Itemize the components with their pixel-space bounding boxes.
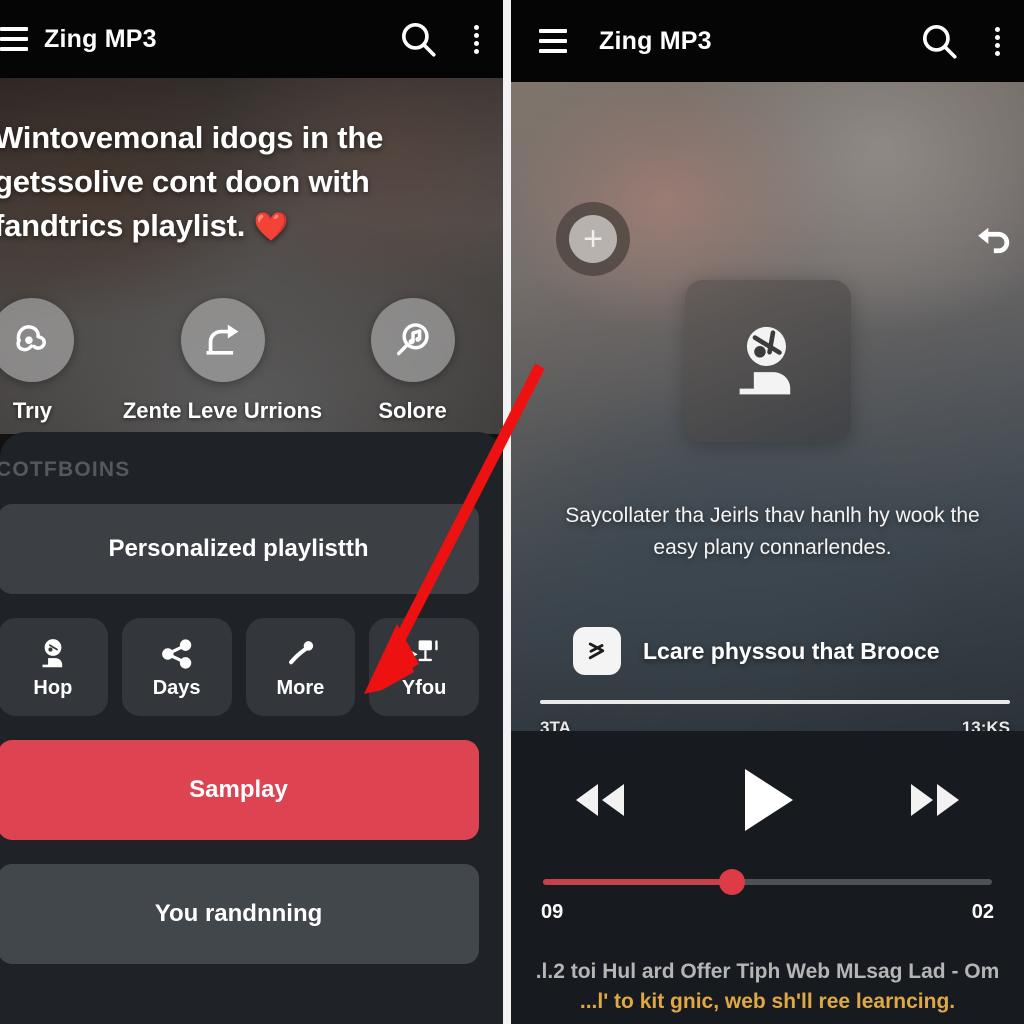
transport-controls [511, 731, 1024, 835]
you-randnning-button[interactable]: You randnning [0, 864, 479, 964]
shortcut-label-2: Solore [378, 398, 447, 423]
seek-time-row: 09 02 [511, 885, 1024, 924]
personalized-playlist-label: Personalized playlistth [108, 535, 369, 562]
left-phone-panel: Zing MP3 Wintovemonal idogs in the getss… [0, 0, 503, 1024]
seek-fill [543, 879, 732, 885]
tile-days[interactable]: Days [121, 618, 232, 716]
forward-button[interactable] [902, 778, 968, 822]
search-icon[interactable] [397, 18, 439, 60]
tile-hop[interactable]: Hop [0, 618, 108, 716]
tile-label-yfou: Yfou [401, 676, 447, 699]
album-art[interactable] [684, 280, 851, 442]
now-playing-artwork-area: + Saycollater tha Jeirls thav hanlh hy w… [511, 82, 1024, 731]
search-note-icon [370, 298, 455, 382]
app-title: Zing MP3 [44, 24, 157, 53]
person-headset-icon [739, 326, 790, 395]
samplay-label: Samplay [189, 776, 288, 803]
screenshot-root: Zing MP3 Wintovemonal idogs in the getss… [0, 0, 1024, 1024]
tile-yfou[interactable]: Yfou [369, 618, 479, 716]
hamburger-icon[interactable] [531, 19, 575, 63]
shortcut-label-1: Zente Leve Urrions [122, 398, 323, 423]
quick-action-tile-row: Hop Days More Yfou [0, 618, 479, 716]
rewind-icon [576, 784, 624, 816]
heart-icon: ❤️ [253, 211, 289, 243]
now-playing-rule [540, 700, 1010, 704]
hero-headline-line-3-wrap: fandtrics playlist. ❤️ [0, 204, 454, 248]
plus-icon: + [569, 215, 617, 263]
panel-divider [503, 0, 511, 1024]
seek-left-time: 09 [541, 901, 564, 923]
right-phone-panel: Zing MP3 + Saycollater tha Jeirls thav h… [511, 0, 1024, 1024]
footer-line-2: ...l' to kit gnic, web sh'll ree learnci… [579, 990, 956, 1013]
now-playing-track-title: Lcare physsou that Brooce [643, 637, 940, 664]
left-hero-banner: Wintovemonal idogs in the getssolive con… [0, 78, 503, 434]
footer-line-1: .l.2 toi Hul ard Offer Tiph Web MLsag La… [535, 960, 1000, 983]
shortcut-label-0: Trıy [12, 398, 52, 423]
seek-thumb[interactable] [718, 869, 745, 895]
kebab-menu-icon[interactable] [463, 18, 489, 60]
play-button[interactable] [737, 765, 799, 835]
tile-label-days: Days [152, 676, 201, 699]
cast-screen-icon [410, 639, 438, 661]
seek-right-time: 02 [971, 901, 994, 923]
samplay-button[interactable]: Samplay [0, 740, 479, 840]
left-bottom-sheet: COTFBOINS Personalized playlistth Hop Da… [0, 432, 503, 1024]
left-app-bar: Zing MP3 [0, 0, 503, 78]
now-playing-time-row: 3TA 13:KS [540, 718, 1010, 731]
now-playing-description: Saycollater tha Jeirls thav hanlh hy woo… [541, 500, 1004, 564]
player-controls-bar: 09 02 .l.2 toi Hul ard Offer Tiph Web ML… [511, 731, 1024, 1024]
hero-headline-line-3: fandtrics playlist. [0, 208, 246, 244]
share-nodes-icon [161, 638, 191, 669]
you-randnning-label: You randnning [154, 900, 323, 927]
hero-headline: Wintovemonal idogs in the getssolive con… [0, 116, 454, 248]
personalized-playlist-button[interactable]: Personalized playlistth [0, 504, 479, 594]
description-line-1: Saycollater tha Jeirls thav hanlh hy woo… [565, 504, 980, 527]
play-badge-icon [573, 627, 621, 675]
search-icon[interactable] [918, 20, 960, 62]
elapsed-label: 3TA [540, 718, 571, 731]
tile-more[interactable]: More [245, 618, 356, 716]
tile-label-more: More [276, 676, 325, 699]
app-title: Zing MP3 [599, 26, 712, 55]
hero-headline-line-1: Wintovemonal idogs in the [0, 120, 384, 155]
now-playing-track-row[interactable]: Lcare physsou that Brooce [573, 627, 994, 675]
add-button[interactable]: + [556, 202, 630, 276]
headphones-loop-icon [0, 298, 75, 382]
remaining-label: 13:KS [961, 718, 1010, 731]
play-icon [744, 769, 793, 831]
footer-captions: .l.2 toi Hul ard Offer Tiph Web MLsag La… [523, 960, 1012, 1014]
share-arrow-icon [180, 298, 265, 382]
seek-slider[interactable] [543, 869, 992, 895]
back-arrow-icon[interactable] [970, 220, 1014, 264]
shortcut-circle-row: Trıy Zente Leve Urrions Solore [0, 298, 503, 424]
hero-headline-line-2: getssolive cont doon with [0, 164, 370, 200]
sheet-section-heading: COTFBOINS [0, 458, 131, 481]
tile-label-hop: Hop [33, 676, 73, 699]
kebab-menu-icon[interactable] [984, 20, 1010, 62]
fast-forward-icon [911, 784, 959, 816]
rewind-button[interactable] [567, 778, 633, 822]
right-app-bar: Zing MP3 [511, 0, 1024, 82]
person-headset-icon [42, 638, 63, 667]
description-line-2: easy plany connarlendes. [653, 535, 892, 559]
shortcut-item-1[interactable]: Zente Leve Urrions [123, 298, 322, 424]
hamburger-icon[interactable] [0, 17, 36, 61]
microphone-icon [289, 640, 314, 664]
shortcut-item-0[interactable]: Trıy [0, 298, 123, 424]
shortcut-item-2[interactable]: Solore [322, 298, 503, 424]
